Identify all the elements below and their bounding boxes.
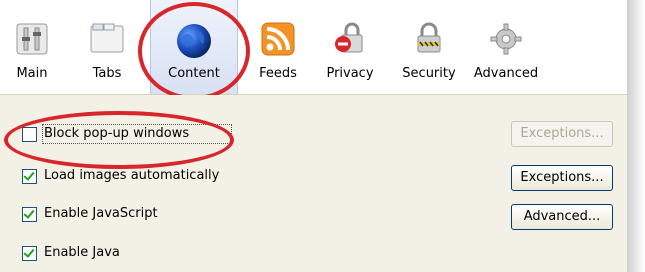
tab-privacy-label: Privacy: [326, 66, 374, 81]
tabs-window-icon: [89, 22, 125, 58]
tab-privacy[interactable]: Privacy: [320, 0, 380, 94]
option-enable-java[interactable]: Enable Java: [22, 244, 182, 264]
tab-main[interactable]: Main: [8, 0, 56, 94]
enable-javascript-label: Enable JavaScript: [44, 206, 158, 221]
tab-advanced-label: Advanced: [473, 66, 539, 81]
options-window: Main Tabs Content Feeds Privacy Security…: [0, 0, 627, 272]
tab-security[interactable]: Security: [397, 0, 461, 94]
tab-feeds-label: Feeds: [259, 66, 297, 81]
exceptions-images-button[interactable]: Exceptions...: [511, 165, 613, 191]
option-load-images[interactable]: Load images automatically: [22, 167, 282, 187]
tab-security-label: Security: [402, 66, 456, 81]
tab-tabs-label: Tabs: [92, 66, 122, 81]
page-edge-shadow: [627, 0, 645, 272]
gear-icon: [489, 22, 523, 60]
padlock-icon: [412, 22, 446, 60]
enable-java-checkbox[interactable]: [22, 246, 37, 261]
tab-content-label: Content: [168, 66, 220, 81]
block-popups-label: Block pop-up windows: [44, 126, 190, 141]
content-panel: Block pop-up windows Exceptions... Load …: [0, 95, 627, 272]
tab-content[interactable]: Content: [150, 0, 238, 94]
tab-feeds[interactable]: Feeds: [252, 0, 304, 94]
tab-main-label: Main: [16, 66, 48, 81]
load-images-label: Load images automatically: [44, 168, 220, 183]
enable-javascript-checkbox[interactable]: [22, 207, 37, 222]
exceptions-popups-button[interactable]: Exceptions...: [511, 121, 613, 147]
option-block-popups[interactable]: Block pop-up windows: [22, 124, 262, 145]
tab-advanced[interactable]: Advanced: [472, 0, 540, 94]
enable-java-label: Enable Java: [44, 245, 120, 260]
rss-icon: [261, 22, 295, 60]
option-enable-javascript[interactable]: Enable JavaScript: [22, 205, 222, 225]
advanced-javascript-button[interactable]: Advanced...: [511, 204, 613, 230]
tab-tabs[interactable]: Tabs: [82, 0, 132, 94]
lock-no-icon: [332, 22, 368, 60]
switch-icon: [15, 22, 49, 60]
globe-icon: [175, 22, 213, 64]
block-popups-checkbox[interactable]: [22, 127, 37, 142]
options-toolbar: Main Tabs Content Feeds Privacy Security…: [0, 0, 627, 100]
load-images-checkbox[interactable]: [22, 169, 37, 184]
